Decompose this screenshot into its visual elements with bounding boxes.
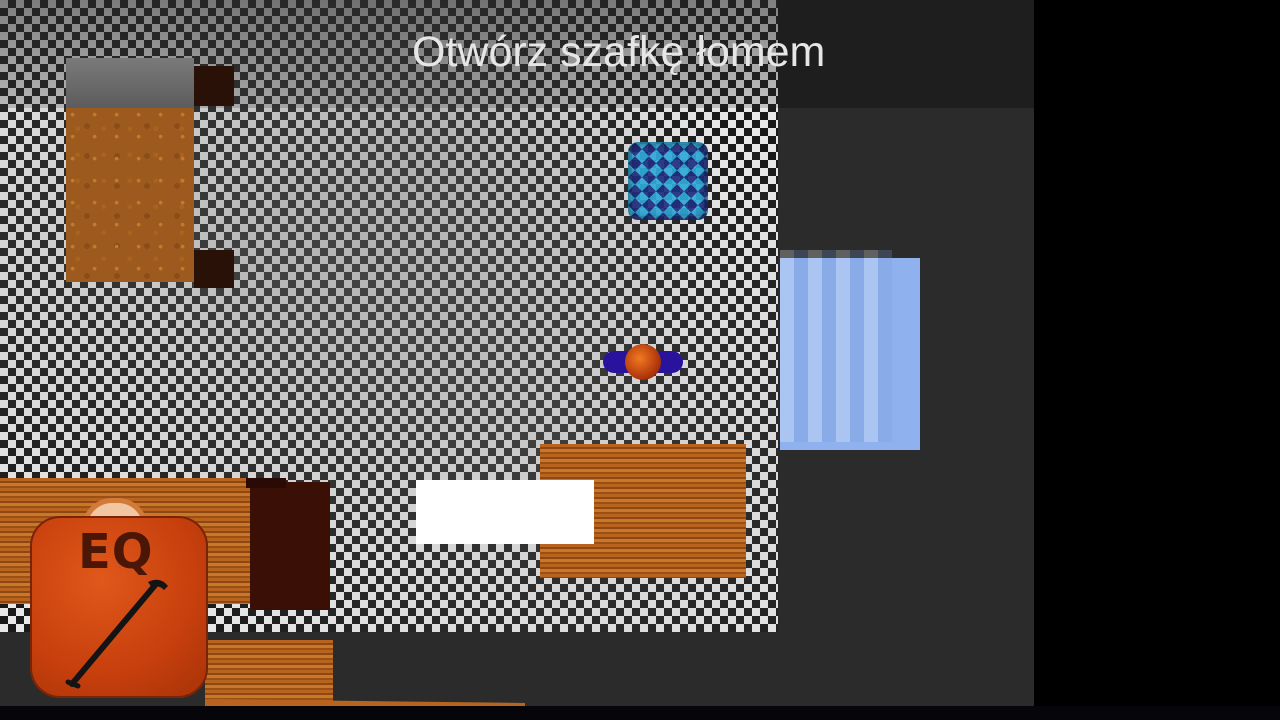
objective-text: Otwórz szafkę łomem: [412, 28, 826, 76]
blue-crate[interactable]: [628, 142, 708, 220]
right-empty-area: [1034, 0, 1280, 720]
bed-pillow: [66, 58, 194, 108]
player-character: [603, 344, 683, 380]
crowbar-icon: [65, 579, 168, 689]
bed-post-bottom: [194, 250, 234, 288]
cabinet-top-edge: [246, 478, 286, 488]
bottom-wood-block: [205, 640, 333, 706]
bottom-empty-strip: [0, 706, 1280, 720]
cabinet-door[interactable]: [250, 482, 330, 610]
bed[interactable]: [66, 58, 194, 282]
paper-note[interactable]: [416, 480, 594, 544]
window-frame-stripes: [780, 250, 892, 442]
bed-blanket: [66, 108, 194, 282]
player-head: [625, 344, 661, 380]
equipment-button[interactable]: EQ: [30, 516, 208, 698]
bed-post-top: [194, 66, 234, 106]
game-viewport[interactable]: Otwórz szafkę łomem EQ: [0, 0, 1034, 706]
